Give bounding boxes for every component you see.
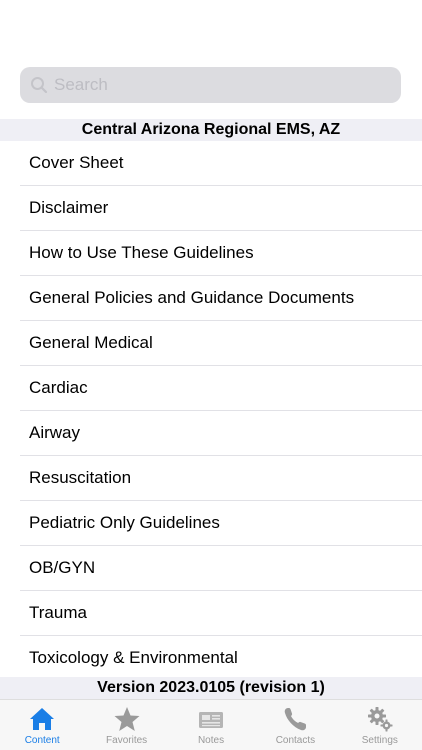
section-header: Central Arizona Regional EMS, AZ [0, 119, 422, 141]
list-item-cover-sheet[interactable]: Cover Sheet [20, 141, 422, 186]
list-item-toxicology[interactable]: Toxicology & Environmental [20, 636, 422, 681]
list-item-disclaimer[interactable]: Disclaimer [20, 186, 422, 231]
list-item-airway[interactable]: Airway [20, 411, 422, 456]
notes-icon [199, 712, 224, 728]
tab-contacts[interactable]: Contacts [253, 700, 337, 750]
list-item-how-to-use[interactable]: How to Use These Guidelines [20, 231, 422, 276]
tab-label: Content [24, 735, 60, 746]
search-input[interactable] [54, 75, 374, 95]
search-bar[interactable] [20, 67, 401, 103]
list-item-cardiac[interactable]: Cardiac [20, 366, 422, 411]
home-icon [30, 708, 55, 730]
list-item-resuscitation[interactable]: Resuscitation [20, 456, 422, 501]
tab-settings[interactable]: Settings [338, 700, 422, 750]
tab-label: Contacts [275, 735, 316, 746]
guideline-list: Cover Sheet Disclaimer How to Use These … [20, 141, 422, 681]
list-item-ob-gyn[interactable]: OB/GYN [20, 546, 422, 591]
tab-label: Settings [361, 735, 398, 746]
list-item-general-medical[interactable]: General Medical [20, 321, 422, 366]
gear-icon [367, 707, 393, 732]
tab-bar: Content Favorites Notes Contacts Setting… [0, 699, 422, 750]
list-item-pediatric[interactable]: Pediatric Only Guidelines [20, 501, 422, 546]
tab-label: Favorites [106, 735, 148, 746]
tab-favorites[interactable]: Favorites [84, 700, 168, 750]
version-label: Version 2023.0105 (revision 1) [0, 677, 422, 699]
search-icon [31, 77, 48, 94]
tab-label: Notes [197, 735, 225, 746]
tab-notes[interactable]: Notes [169, 700, 253, 750]
list-item-trauma[interactable]: Trauma [20, 591, 422, 636]
phone-icon [285, 708, 307, 731]
list-item-general-policies[interactable]: General Policies and Guidance Documents [20, 276, 422, 321]
tab-content[interactable]: Content [0, 700, 84, 750]
star-icon [114, 707, 140, 731]
